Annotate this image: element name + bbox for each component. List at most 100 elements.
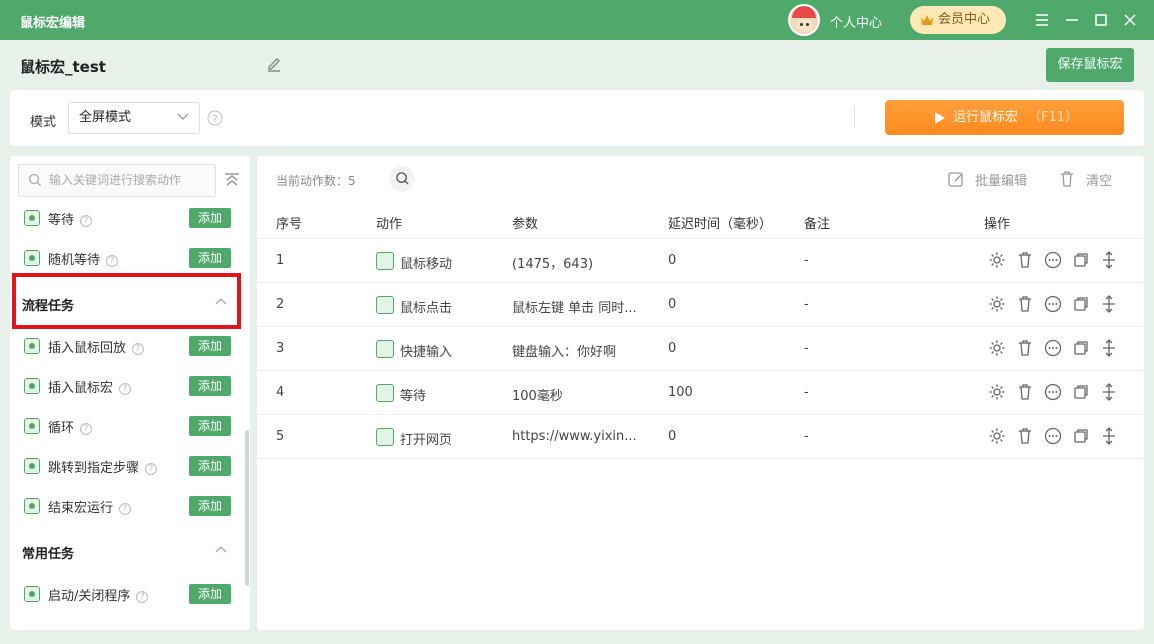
save-macro-button[interactable]: 保存鼠标宏 [1046, 48, 1134, 82]
mode-value: 全屏模式 [79, 110, 132, 125]
help-icon[interactable]: ? [132, 343, 145, 355]
action-icon [376, 296, 394, 314]
stop-icon [24, 498, 40, 514]
clear-label: 清空 [1086, 174, 1113, 189]
jump-icon [24, 458, 40, 474]
avatar[interactable] [788, 4, 820, 36]
delete-icon[interactable] [1016, 339, 1034, 357]
delete-icon[interactable] [1016, 251, 1034, 269]
settings-icon[interactable] [988, 427, 1006, 445]
col-action: 动作 [376, 217, 403, 232]
add-button[interactable]: 添加 [189, 376, 231, 396]
more-icon[interactable] [1044, 383, 1062, 401]
collapse-all-icon[interactable] [224, 172, 240, 188]
sidebar-item-random-wait: 随机等待? 添加 [10, 238, 242, 278]
drag-handle-icon[interactable] [1100, 383, 1118, 401]
sidebar-item-label: 等待 [48, 213, 75, 228]
sidebar-item-loop: 循环? 添加 [10, 406, 242, 446]
table-row[interactable]: 4 等待 100毫秒 100 - [257, 371, 1144, 415]
settings-icon[interactable] [988, 251, 1006, 269]
count-value: 5 [348, 174, 356, 188]
add-button[interactable]: 添加 [189, 456, 231, 476]
run-macro-button[interactable]: 运行鼠标宏 （F11） [885, 100, 1124, 135]
copy-icon[interactable] [1072, 383, 1090, 401]
user-center-link[interactable]: 个人中心 [830, 12, 882, 31]
more-icon[interactable] [1044, 339, 1062, 357]
sidebar-item-insert-macro: 插入鼠标宏? 添加 [10, 366, 242, 406]
help-icon[interactable]: ? [106, 255, 119, 267]
close-icon[interactable] [1120, 10, 1140, 30]
action-icon [376, 384, 394, 402]
loop-icon [24, 418, 40, 434]
add-button[interactable]: 添加 [189, 336, 231, 356]
sidebar-item-label: 插入鼠标宏 [48, 381, 114, 396]
table-row[interactable]: 1 鼠标移动 (1475，643) 0 - [257, 239, 1144, 283]
menu-icon[interactable] [1032, 10, 1052, 30]
more-icon[interactable] [1044, 295, 1062, 313]
col-index: 序号 [276, 217, 303, 232]
action-search-input[interactable]: 输入关键词进行搜索动作 [18, 164, 216, 197]
sidebar-item-label: 启动/关闭程序 [48, 589, 131, 604]
delete-icon[interactable] [1016, 427, 1034, 445]
help-icon[interactable]: ? [80, 423, 93, 435]
settings-icon[interactable] [988, 383, 1006, 401]
play-icon [935, 112, 945, 124]
more-icon[interactable] [1044, 251, 1062, 269]
more-icon[interactable] [1044, 427, 1062, 445]
svg-text:?: ? [212, 114, 217, 125]
row-operations [988, 251, 1118, 271]
delete-icon[interactable] [1016, 383, 1034, 401]
clear-button[interactable]: 清空 [1058, 170, 1112, 189]
add-button[interactable]: 添加 [189, 416, 231, 436]
find-button[interactable] [389, 166, 415, 192]
settings-icon[interactable] [988, 339, 1006, 357]
action-label: 鼠标移动 [400, 257, 453, 272]
table-row[interactable]: 3 快捷输入 键盘输入：你好啊 0 - [257, 327, 1144, 371]
edit-name-icon[interactable] [265, 56, 283, 74]
row-operations [988, 339, 1118, 359]
add-button[interactable]: 添加 [189, 584, 231, 604]
help-icon[interactable]: ? [119, 503, 132, 515]
help-icon[interactable]: ? [145, 463, 158, 475]
vip-button[interactable]: 会员中心 [910, 6, 1006, 34]
help-icon[interactable]: ? [207, 110, 223, 126]
batch-edit-button[interactable]: 批量编辑 [947, 170, 1027, 189]
settings-icon[interactable] [988, 295, 1006, 313]
cell-note: - [804, 253, 809, 268]
group-common-tasks[interactable]: 常用任务 [10, 529, 242, 573]
maximize-icon[interactable] [1091, 10, 1111, 30]
minimize-icon[interactable] [1062, 10, 1082, 30]
add-button[interactable]: 添加 [189, 208, 231, 228]
cell-action: 打开网页 [376, 428, 452, 448]
chevron-up-icon [215, 546, 227, 553]
copy-icon[interactable] [1072, 339, 1090, 357]
col-delay: 延迟时间（毫秒） [668, 217, 773, 232]
drag-handle-icon[interactable] [1100, 251, 1118, 269]
mode-select[interactable]: 全屏模式 [68, 102, 200, 134]
copy-icon[interactable] [1072, 427, 1090, 445]
add-button[interactable]: 添加 [189, 248, 231, 268]
help-icon[interactable]: ? [136, 591, 149, 603]
help-icon[interactable]: ? [119, 383, 132, 395]
drag-handle-icon[interactable] [1100, 295, 1118, 313]
sidebar-scrollbar[interactable] [245, 430, 249, 586]
title-bar: 鼠标宏编辑 个人中心 会员中心 [0, 0, 1154, 40]
add-button[interactable]: 添加 [189, 496, 231, 516]
action-label: 鼠标点击 [400, 301, 453, 316]
table-row[interactable]: 5 打开网页 https://www.yixin... 0 - [257, 415, 1144, 459]
drag-handle-icon[interactable] [1100, 339, 1118, 357]
cell-index: 5 [276, 429, 285, 444]
cell-action: 鼠标点击 [376, 296, 453, 316]
table-row[interactable]: 2 鼠标点击 鼠标左键 单击 同时... 0 - [257, 283, 1144, 327]
cell-action: 鼠标移动 [376, 252, 453, 272]
action-icon [376, 252, 394, 270]
random-wait-icon [24, 250, 40, 266]
copy-icon[interactable] [1072, 251, 1090, 269]
copy-icon[interactable] [1072, 295, 1090, 313]
crown-icon [921, 15, 933, 25]
drag-handle-icon[interactable] [1100, 427, 1118, 445]
sidebar-item-launch-program: 启动/关闭程序? 添加 [10, 574, 242, 614]
delete-icon[interactable] [1016, 295, 1034, 313]
col-note: 备注 [804, 217, 831, 232]
help-icon[interactable]: ? [80, 215, 93, 227]
